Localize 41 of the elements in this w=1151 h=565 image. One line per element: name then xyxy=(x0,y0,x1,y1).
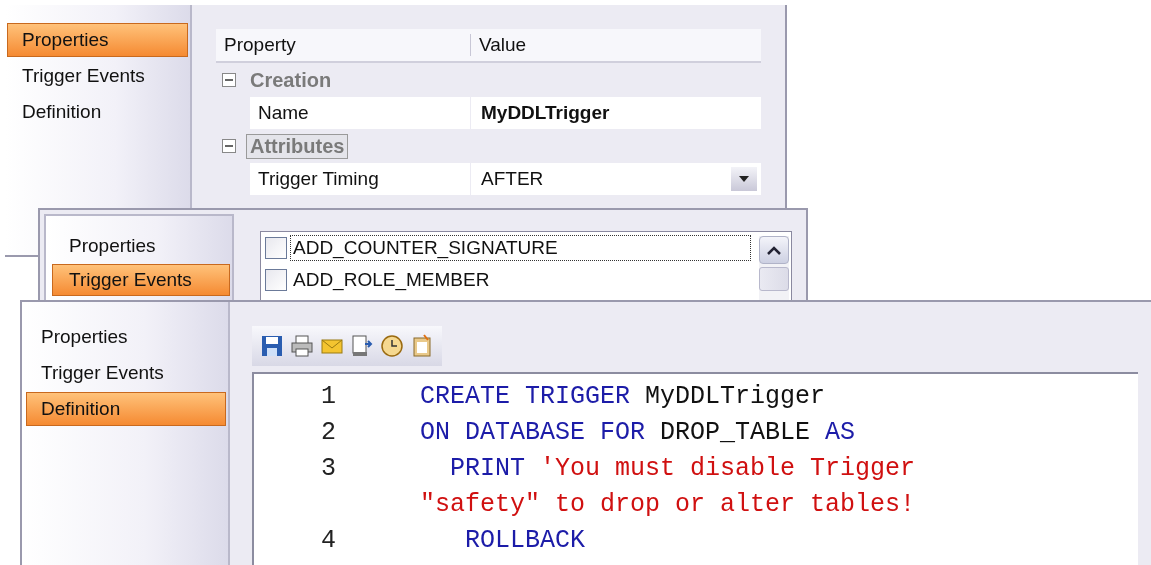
property-value[interactable]: AFTER xyxy=(481,168,544,190)
scroll-up-button[interactable] xyxy=(759,236,789,264)
group-label[interactable]: Creation xyxy=(246,67,336,93)
code-line: CREATE TRIGGER MyDDLTrigger xyxy=(420,381,826,411)
column-header[interactable]: Value xyxy=(470,34,527,56)
nav-item[interactable]: Properties xyxy=(26,320,226,354)
nav-item[interactable]: Definition xyxy=(7,95,188,129)
collapse-icon[interactable] xyxy=(222,139,236,153)
nav-item[interactable]: Trigger Events xyxy=(26,356,226,390)
property-value[interactable]: MyDDLTrigger xyxy=(481,102,610,124)
column-header[interactable]: Property xyxy=(216,34,470,56)
event-label[interactable]: ADD_ROLE_MEMBER xyxy=(290,267,751,293)
code-line: "safety" to drop or alter tables! xyxy=(420,489,916,519)
dropdown-button[interactable] xyxy=(731,167,757,191)
line-number: 3 xyxy=(320,453,336,483)
line-number: 2 xyxy=(320,417,336,447)
line-number: 4 xyxy=(320,525,336,555)
code-editor[interactable]: 1 CREATE TRIGGER MyDDLTrigger 2 ON DATABASE FOR DROP_TABLE AS 3 PRINT 'You must disable Trigger "safety" to drop or alter tables! 4 ROLLBACK xyxy=(252,372,1138,565)
export-icon[interactable] xyxy=(350,334,374,358)
scrollbar-thumb[interactable] xyxy=(759,267,789,291)
chevron-up-icon xyxy=(767,245,781,255)
nav-item[interactable]: Definition xyxy=(26,392,226,426)
caret-icon xyxy=(739,176,749,182)
line-number: 1 xyxy=(320,381,336,411)
clock-icon[interactable] xyxy=(380,334,404,358)
property-name: Trigger Timing xyxy=(257,168,380,190)
event-label[interactable]: ADD_COUNTER_SIGNATURE xyxy=(290,235,751,261)
nav-item[interactable]: Properties xyxy=(52,230,230,262)
nav-item[interactable]: Properties xyxy=(7,23,188,57)
nav-item[interactable]: Trigger Events xyxy=(52,264,230,296)
code-line: PRINT 'You must disable Trigger xyxy=(449,453,916,483)
save-icon[interactable] xyxy=(260,334,284,358)
checkbox[interactable] xyxy=(265,269,287,291)
property-name: Name xyxy=(257,102,310,124)
print-icon[interactable] xyxy=(290,334,314,358)
collapse-icon[interactable] xyxy=(222,73,236,87)
code-line: ON DATABASE FOR DROP_TABLE AS xyxy=(420,417,856,447)
code-line: ROLLBACK xyxy=(464,525,586,555)
clipboard-icon[interactable] xyxy=(410,334,434,358)
nav-item[interactable]: Trigger Events xyxy=(7,59,188,93)
checkbox[interactable] xyxy=(265,237,287,259)
